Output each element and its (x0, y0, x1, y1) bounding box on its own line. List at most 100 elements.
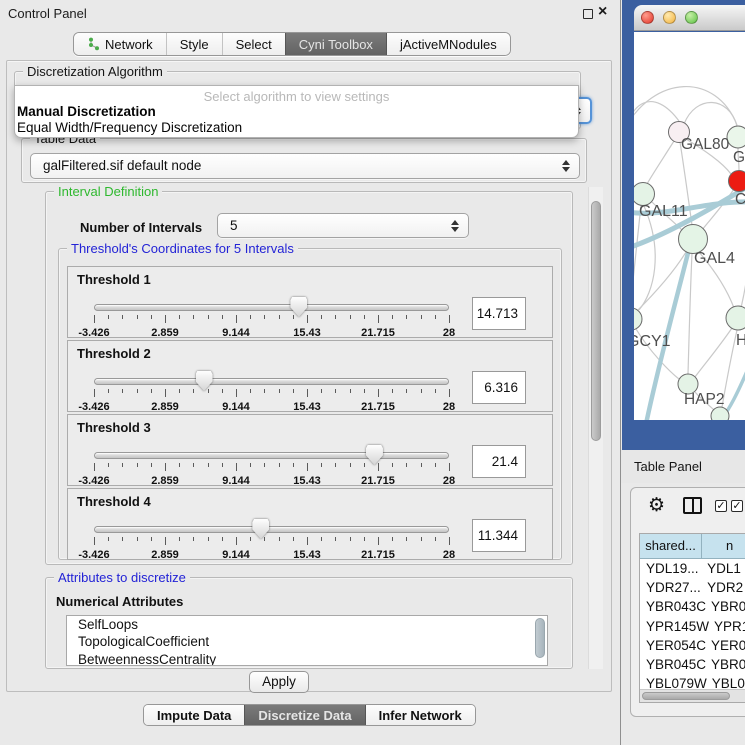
tick-label: 9.144 (222, 549, 250, 561)
table-row[interactable]: YER054CYER0 (640, 636, 745, 655)
restore-icon[interactable] (583, 9, 593, 19)
network-edge[interactable] (634, 205, 641, 309)
network-view-canvas[interactable]: GAL80GACGAL11GAL4GCY1HHAP2 (634, 32, 745, 420)
slider-track[interactable] (94, 304, 449, 311)
checkbox-icon-1[interactable]: ✓ (715, 500, 727, 512)
tick-mark (179, 389, 180, 393)
apply-button[interactable]: Apply (249, 671, 309, 693)
cell-shared-name[interactable]: YDL19... (640, 559, 702, 578)
tab-select[interactable]: Select (222, 33, 285, 55)
cell-name[interactable]: YDL1 (702, 559, 745, 578)
tick-mark (236, 537, 237, 545)
threshold-slider[interactable]: -3.4262.8599.14415.4321.71528 (94, 375, 449, 413)
minimize-traffic-light[interactable] (663, 11, 676, 24)
tab-style[interactable]: Style (166, 33, 222, 55)
threshold-slider[interactable]: -3.4262.8599.14415.4321.71528 (94, 301, 449, 339)
numerical-attributes-list[interactable]: SelfLoopsTopologicalCoefficientBetweenne… (66, 615, 548, 666)
cell-name[interactable]: YER0 (706, 636, 745, 655)
zoom-traffic-light[interactable] (685, 11, 698, 24)
table-row[interactable]: YDR27...YDR2 (640, 578, 745, 597)
slider-track[interactable] (94, 378, 449, 385)
tick-mark (321, 537, 322, 541)
threshold-value-field[interactable]: 21.4 (472, 445, 526, 478)
slider-track[interactable] (94, 452, 449, 459)
tab-network[interactable]: Network (74, 33, 166, 55)
gear-icon[interactable]: ⚙ (648, 494, 665, 516)
network-node-h[interactable] (726, 306, 745, 330)
tab-label: Impute Data (157, 708, 231, 723)
slider-track[interactable] (94, 526, 449, 533)
cell-name[interactable]: YBR0 (706, 597, 745, 616)
network-window-titlebar[interactable] (634, 5, 745, 31)
table-row[interactable]: YBR045CYBR0 (640, 655, 745, 674)
table-row[interactable]: YBR043CYBR0 (640, 597, 745, 616)
checkbox-icon-2[interactable]: ✓ (731, 500, 743, 512)
cell-shared-name[interactable]: YDR27... (640, 578, 702, 597)
node-attribute-table: shared... n YDL19...YDL1YDR27...YDR2YBR0… (639, 533, 745, 703)
cell-name[interactable]: YBR0 (706, 655, 745, 674)
slider-thumb[interactable] (366, 445, 383, 465)
threshold-value-field[interactable]: 6.316 (472, 371, 526, 404)
cell-shared-name[interactable]: YBR045C (640, 655, 706, 674)
network-edge[interactable] (695, 328, 732, 377)
cell-shared-name[interactable]: YPR145W (640, 617, 709, 636)
table-row[interactable]: YDL19...YDL1 (640, 559, 745, 578)
number-of-intervals-combobox[interactable]: 5 (217, 213, 469, 238)
tick-mark (279, 389, 280, 393)
vertical-scrollbar[interactable] (588, 187, 603, 669)
threshold-value-field[interactable]: 14.713 (472, 297, 526, 330)
network-edge[interactable] (647, 141, 674, 184)
slider-thumb[interactable] (290, 297, 307, 317)
dropdown-item-equal-width-frequency[interactable]: Equal Width/Frequency Discretization (15, 120, 578, 136)
network-node-unnamed[interactable] (711, 407, 729, 420)
attribute-list-item[interactable]: BetweennessCentrality (67, 651, 547, 666)
threshold-value-field[interactable]: 11.344 (472, 519, 526, 552)
tick-mark (208, 463, 209, 467)
network-node-c[interactable] (729, 171, 745, 192)
close-icon[interactable]: × (598, 3, 607, 21)
slider-ticks (94, 315, 449, 324)
tab-impute-data[interactable]: Impute Data (144, 705, 244, 725)
tick-mark (449, 389, 450, 397)
column-header-shared-name[interactable]: shared... (640, 534, 702, 559)
network-node-gcy1[interactable] (634, 308, 642, 330)
scrollbar-thumb[interactable] (642, 692, 730, 700)
column-header-name[interactable]: n (702, 534, 745, 559)
tick-mark (122, 389, 123, 393)
tick-mark (364, 389, 365, 393)
tab-infer-network[interactable]: Infer Network (365, 705, 475, 725)
threshold-slider[interactable]: -3.4262.8599.14415.4321.71528 (94, 449, 449, 487)
threshold-panel: Threshold 3 -3.4262.8599.14415.4321.7152… (67, 414, 553, 486)
cell-shared-name[interactable]: YER054C (640, 636, 706, 655)
close-traffic-light[interactable] (641, 11, 654, 24)
tab-discretize-data[interactable]: Discretize Data (244, 705, 364, 725)
network-edge[interactable] (684, 102, 737, 126)
tick-mark (279, 537, 280, 541)
slider-thumb[interactable] (196, 371, 213, 391)
dropdown-item-manual-discretization[interactable]: Manual Discretization (15, 104, 578, 120)
network-edge[interactable] (688, 253, 692, 374)
tab-cyni-toolbox[interactable]: Cyni Toolbox (285, 33, 386, 55)
threshold-label: Threshold 4 (77, 494, 151, 509)
threshold-panel: Threshold 4 -3.4262.8599.14415.4321.7152… (67, 488, 553, 560)
cell-name[interactable]: YDR2 (702, 578, 745, 597)
list-scrollbar[interactable] (535, 618, 545, 658)
network-node-ga[interactable] (727, 126, 745, 148)
scrollbar-thumb[interactable] (591, 201, 601, 441)
threshold-slider[interactable]: -3.4262.8599.14415.4321.71528 (94, 523, 449, 561)
cell-name[interactable]: YPR1 (709, 617, 745, 636)
cell-shared-name[interactable]: YBR043C (640, 597, 706, 616)
tick-mark (421, 537, 422, 541)
tick-mark (406, 389, 407, 393)
horizontal-scrollbar[interactable] (640, 689, 745, 702)
attribute-list-item[interactable]: TopologicalCoefficient (67, 633, 547, 650)
table-row[interactable]: YPR145WYPR1 (640, 617, 745, 636)
node-label-gal80: GAL80 (681, 136, 730, 153)
table-data-combobox[interactable]: galFiltered.sif default node (30, 153, 580, 179)
split-columns-icon[interactable] (683, 497, 702, 514)
tab-jactivemnodules[interactable]: jActiveMNodules (386, 33, 510, 55)
slider-thumb[interactable] (252, 519, 269, 539)
tick-mark (350, 463, 351, 467)
tick-mark (179, 537, 180, 541)
attribute-list-item[interactable]: SelfLoops (67, 616, 547, 633)
